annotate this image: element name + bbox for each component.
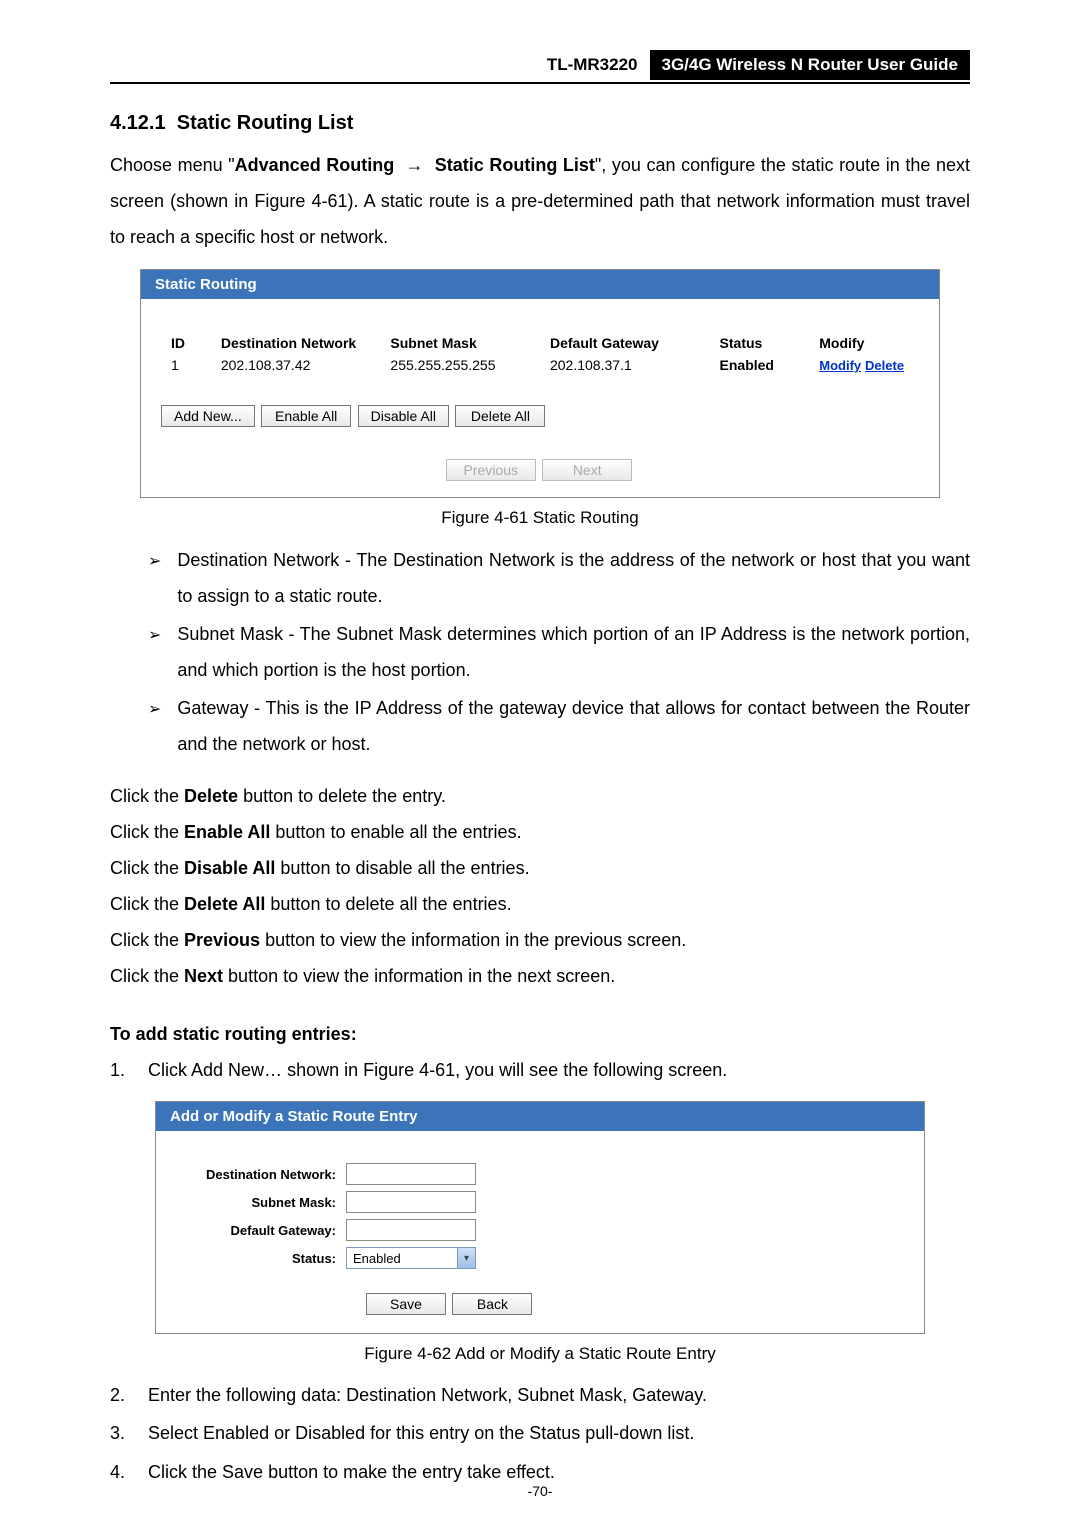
page-header: TL-MR3220 3G/4G Wireless N Router User G… bbox=[110, 50, 970, 84]
bullet-label: Gateway - bbox=[177, 698, 260, 718]
bullet-item: ➢ Gateway - This is the IP Address of th… bbox=[148, 690, 970, 762]
delete-link[interactable]: Delete bbox=[865, 358, 904, 373]
click-line: Click the Delete button to delete the en… bbox=[110, 778, 970, 814]
click-line: Click the Enable All button to enable al… bbox=[110, 814, 970, 850]
arrow-icon: → bbox=[406, 155, 424, 175]
bullet-marker-icon: ➢ bbox=[148, 616, 161, 688]
numbered-item: 2. Enter the following data: Destination… bbox=[110, 1378, 970, 1412]
back-button[interactable]: Back bbox=[452, 1293, 532, 1315]
bullet-text: The bbox=[294, 624, 336, 644]
figure-caption-1: Figure 4-61 Static Routing bbox=[110, 508, 970, 528]
panel-title: Static Routing bbox=[141, 270, 939, 299]
bullet-bold: Subnet Mask bbox=[336, 624, 442, 644]
section-heading: 4.12.1 Static Routing List bbox=[110, 112, 970, 135]
col-status: Status bbox=[720, 335, 820, 351]
click-line: Click the Disable All button to disable … bbox=[110, 850, 970, 886]
click-line: Click the Delete All button to delete al… bbox=[110, 886, 970, 922]
section-title: Static Routing List bbox=[177, 112, 354, 134]
add-new-button[interactable]: Add New... bbox=[161, 405, 255, 427]
form-row: Status: Enabled ▾ bbox=[166, 1247, 914, 1269]
enable-all-button[interactable]: Enable All bbox=[261, 405, 351, 427]
bullet-item: ➢ Subnet Mask - The Subnet Mask determin… bbox=[148, 616, 970, 688]
previous-button[interactable]: Previous bbox=[446, 459, 536, 481]
add-modify-screenshot: Add or Modify a Static Route Entry Desti… bbox=[155, 1101, 925, 1334]
num-marker: 1. bbox=[110, 1053, 130, 1087]
bullet-text: This is the IP Address of the gateway de… bbox=[177, 698, 970, 754]
chevron-down-icon: ▾ bbox=[457, 1248, 475, 1268]
subheading: To add static routing entries: bbox=[110, 1024, 970, 1045]
panel-title: Add or Modify a Static Route Entry bbox=[156, 1102, 924, 1131]
disable-all-button[interactable]: Disable All bbox=[358, 405, 449, 427]
cell-dest: 202.108.37.42 bbox=[221, 357, 391, 373]
col-id: ID bbox=[161, 335, 221, 351]
num-text: Enter the following data: Destination Ne… bbox=[148, 1378, 970, 1412]
delete-all-button[interactable]: Delete All bbox=[455, 405, 545, 427]
intro-paragraph: Choose menu "Advanced Routing → Static R… bbox=[110, 147, 970, 255]
form-button-row: Save Back bbox=[166, 1275, 914, 1315]
cell-modify: Modify Delete bbox=[819, 357, 919, 373]
bullet-label: Destination Network - bbox=[177, 550, 351, 570]
numbered-item: 3. Select Enabled or Disabled for this e… bbox=[110, 1416, 970, 1450]
table-header-row: ID Destination Network Subnet Mask Defau… bbox=[161, 335, 919, 351]
click-line: Click the Next button to view the inform… bbox=[110, 958, 970, 994]
page-number: -70- bbox=[0, 1483, 1080, 1499]
col-dest: Destination Network bbox=[221, 335, 391, 351]
bullet-marker-icon: ➢ bbox=[148, 690, 161, 762]
col-modify: Modify bbox=[819, 335, 919, 351]
numbered-list: 1. Click Add New… shown in Figure 4-61, … bbox=[110, 1053, 970, 1087]
header-title: 3G/4G Wireless N Router User Guide bbox=[650, 50, 971, 80]
save-button[interactable]: Save bbox=[366, 1293, 446, 1315]
num-marker: 2. bbox=[110, 1378, 130, 1412]
static-routing-screenshot: Static Routing ID Destination Network Su… bbox=[140, 269, 940, 498]
cell-status: Enabled bbox=[720, 357, 820, 373]
status-select[interactable]: Enabled ▾ bbox=[346, 1247, 476, 1269]
col-mask: Subnet Mask bbox=[390, 335, 550, 351]
num-marker: 3. bbox=[110, 1416, 130, 1450]
form-label-gw: Default Gateway: bbox=[166, 1223, 346, 1238]
col-gw: Default Gateway bbox=[550, 335, 720, 351]
intro-menu2: Static Routing List bbox=[435, 155, 595, 175]
pagination-row: Previous Next bbox=[141, 445, 939, 497]
next-button[interactable]: Next bbox=[542, 459, 632, 481]
numbered-item: 1. Click Add New… shown in Figure 4-61, … bbox=[110, 1053, 970, 1087]
modify-link[interactable]: Modify bbox=[819, 358, 861, 373]
intro-menu1: Advanced Routing bbox=[235, 155, 395, 175]
bullet-label: Subnet Mask - bbox=[177, 624, 294, 644]
status-select-value: Enabled bbox=[347, 1251, 457, 1266]
bullet-list: ➢ Destination Network - The Destination … bbox=[148, 542, 970, 762]
cell-id: 1 bbox=[161, 357, 221, 373]
form-label-dest: Destination Network: bbox=[166, 1167, 346, 1182]
header-model: TL-MR3220 bbox=[535, 50, 650, 80]
intro-text: Choose menu " bbox=[110, 155, 235, 175]
form-label-status: Status: bbox=[166, 1251, 346, 1266]
figure-caption-2: Figure 4-62 Add or Modify a Static Route… bbox=[110, 1344, 970, 1364]
section-number: 4.12.1 bbox=[110, 112, 166, 134]
numbered-list-cont: 2. Enter the following data: Destination… bbox=[110, 1378, 970, 1489]
bullet-item: ➢ Destination Network - The Destination … bbox=[148, 542, 970, 614]
button-row: Add New... Enable All Disable All Delete… bbox=[141, 395, 939, 445]
bullet-marker-icon: ➢ bbox=[148, 542, 161, 614]
default-gateway-input[interactable] bbox=[346, 1219, 476, 1241]
click-line: Click the Previous button to view the in… bbox=[110, 922, 970, 958]
form-row: Default Gateway: bbox=[166, 1219, 914, 1241]
form-row: Subnet Mask: bbox=[166, 1191, 914, 1213]
table-row: 1 202.108.37.42 255.255.255.255 202.108.… bbox=[161, 357, 919, 373]
cell-gw: 202.108.37.1 bbox=[550, 357, 720, 373]
destination-network-input[interactable] bbox=[346, 1163, 476, 1185]
bullet-bold: Destination Network bbox=[393, 550, 555, 570]
form-row: Destination Network: bbox=[166, 1163, 914, 1185]
form-label-mask: Subnet Mask: bbox=[166, 1195, 346, 1210]
bullet-text: The bbox=[351, 550, 393, 570]
subnet-mask-input[interactable] bbox=[346, 1191, 476, 1213]
cell-mask: 255.255.255.255 bbox=[390, 357, 550, 373]
